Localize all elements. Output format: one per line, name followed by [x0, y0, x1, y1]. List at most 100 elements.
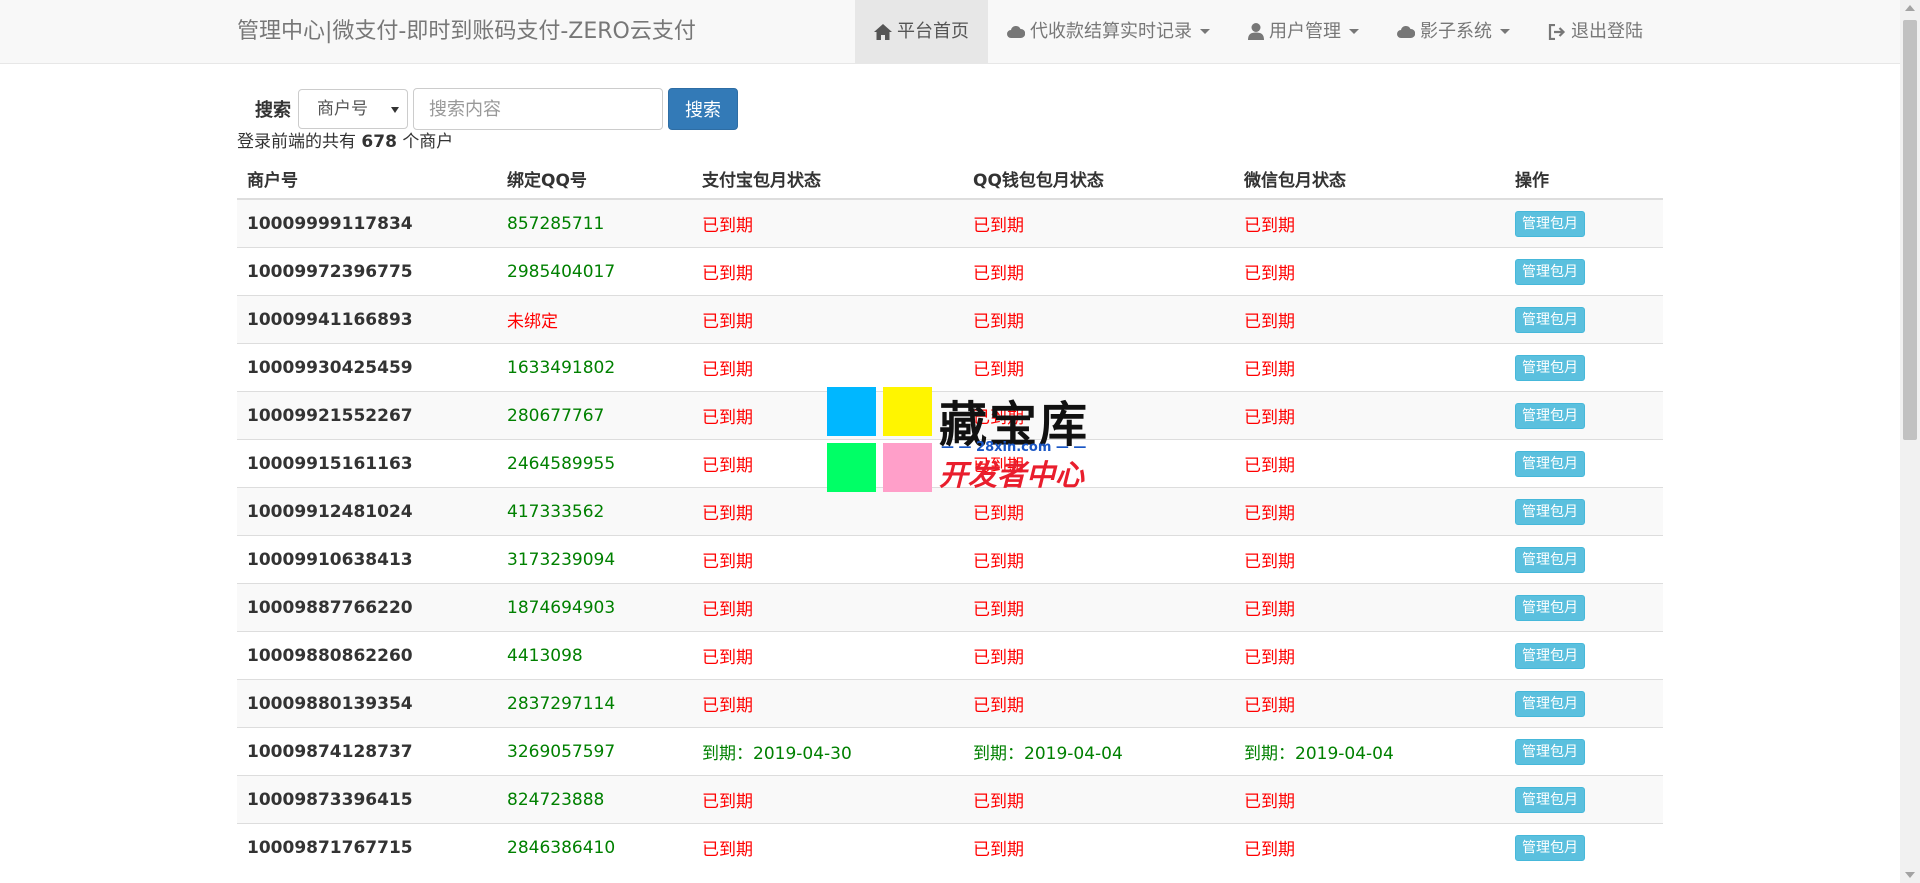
manage-subscription-button[interactable]: 管理包月	[1515, 354, 1585, 381]
qqwallet-status-cell: 已到期	[963, 247, 1234, 296]
qqwallet-status-cell: 已到期	[963, 631, 1234, 680]
actions-cell: 管理包月	[1505, 391, 1663, 440]
column-header-qqwallet-status: QQ钱包包月状态	[963, 158, 1234, 200]
actions-cell: 管理包月	[1505, 535, 1663, 584]
actions-cell: 管理包月	[1505, 487, 1663, 536]
search-input[interactable]	[413, 88, 663, 130]
actions-cell: 管理包月	[1505, 583, 1663, 632]
qq-cell: 3173239094	[497, 535, 692, 584]
manage-subscription-button[interactable]: 管理包月	[1515, 402, 1585, 429]
qqwallet-status-cell: 已到期	[963, 775, 1234, 824]
nav-item-label: 代收款结算实时记录	[1030, 21, 1192, 42]
column-header-wechat-status: 微信包月状态	[1234, 158, 1505, 200]
actions-cell: 管理包月	[1505, 679, 1663, 728]
actions-cell: 管理包月	[1505, 343, 1663, 392]
search-bar: 搜索 商户号 搜索	[237, 88, 738, 130]
nav-item-label: 用户管理	[1269, 21, 1341, 42]
merchant-id-cell: 10009880862260	[237, 631, 497, 680]
nav-item-label: 影子系统	[1420, 21, 1492, 42]
nav-item-logout[interactable]: 退出登陆	[1529, 0, 1662, 63]
manage-subscription-button[interactable]: 管理包月	[1515, 498, 1585, 525]
qqwallet-status-cell: 到期：2019-04-04	[963, 727, 1234, 776]
watermark-square-green	[827, 443, 876, 492]
search-label: 搜索	[255, 100, 291, 121]
table-row: 10009941166893 未绑定 已到期 已到期 已到期 管理包月	[237, 295, 1663, 344]
merchant-id-cell: 10009972396775	[237, 247, 497, 296]
manage-subscription-button[interactable]: 管理包月	[1515, 306, 1585, 333]
merchant-table: 商户号 绑定QQ号 支付宝包月状态 QQ钱包包月状态 微信包月状态 操作 100…	[237, 158, 1663, 871]
wechat-status-cell: 已到期	[1234, 487, 1505, 536]
merchant-id-cell: 10009999117834	[237, 198, 497, 248]
alipay-status-cell: 已到期	[692, 631, 963, 680]
site-brand[interactable]: 管理中心|微支付-即时到账码支付-ZERO云支付	[237, 0, 696, 63]
column-header-qq: 绑定QQ号	[497, 158, 692, 200]
wechat-status-cell: 已到期	[1234, 679, 1505, 728]
qq-cell: 2846386410	[497, 823, 692, 871]
manage-subscription-button[interactable]: 管理包月	[1515, 450, 1585, 477]
table-header-row: 商户号 绑定QQ号 支付宝包月状态 QQ钱包包月状态 微信包月状态 操作	[237, 158, 1663, 200]
alipay-status-cell: 已到期	[692, 775, 963, 824]
table-row: 10009880862260 4413098 已到期 已到期 已到期 管理包月	[237, 631, 1663, 680]
actions-cell: 管理包月	[1505, 198, 1663, 248]
wechat-status-cell: 已到期	[1234, 343, 1505, 392]
manage-subscription-button[interactable]: 管理包月	[1515, 210, 1585, 237]
qq-cell: 2985404017	[497, 247, 692, 296]
manage-subscription-button[interactable]: 管理包月	[1515, 642, 1585, 669]
alipay-status-cell: 已到期	[692, 343, 963, 392]
nav-item-shadow-system[interactable]: 影子系统	[1378, 0, 1529, 63]
table-row: 10009912481024 417333562 已到期 已到期 已到期 管理包月	[237, 487, 1663, 536]
nav-menu: 平台首页 代收款结算实时记录 用户管理 影子系统 退出登陆	[855, 0, 1662, 63]
qqwallet-status-cell: 已到期	[963, 535, 1234, 584]
qq-cell: 未绑定	[497, 295, 692, 344]
manage-subscription-button[interactable]: 管理包月	[1515, 594, 1585, 621]
table-row: 10009887766220 1874694903 已到期 已到期 已到期 管理包月	[237, 583, 1663, 632]
manage-subscription-button[interactable]: 管理包月	[1515, 786, 1585, 813]
merchant-id-cell: 10009871767715	[237, 823, 497, 871]
nav-item-home[interactable]: 平台首页	[855, 0, 988, 63]
table-row: 10009972396775 2985404017 已到期 已到期 已到期 管理包月	[237, 247, 1663, 296]
qq-cell: 2837297114	[497, 679, 692, 728]
watermark-logo: 藏宝库 — — 28xin.com — — 开发者中心	[827, 387, 1095, 494]
logout-icon	[1548, 23, 1566, 40]
scrollbar-thumb[interactable]	[1903, 20, 1917, 440]
summary-suffix: 个商户	[402, 132, 454, 152]
qqwallet-status-cell: 已到期	[963, 487, 1234, 536]
qq-cell: 857285711	[497, 198, 692, 248]
scroll-up-icon[interactable]	[1905, 5, 1915, 11]
manage-subscription-button[interactable]: 管理包月	[1515, 690, 1585, 717]
qqwallet-status-cell: 已到期	[963, 295, 1234, 344]
qqwallet-status-cell: 已到期	[963, 823, 1234, 871]
search-button[interactable]: 搜索	[668, 88, 738, 130]
search-field-select[interactable]: 商户号	[298, 89, 408, 129]
manage-subscription-button[interactable]: 管理包月	[1515, 738, 1585, 765]
watermark-square-blue	[827, 387, 876, 436]
column-header-merchant-id: 商户号	[237, 158, 497, 200]
nav-item-label: 平台首页	[897, 21, 969, 42]
manage-subscription-button[interactable]: 管理包月	[1515, 834, 1585, 861]
actions-cell: 管理包月	[1505, 775, 1663, 824]
qq-cell: 4413098	[497, 631, 692, 680]
table-row: 10009880139354 2837297114 已到期 已到期 已到期 管理包月	[237, 679, 1663, 728]
alipay-status-cell: 到期：2019-04-30	[692, 727, 963, 776]
alipay-status-cell: 已到期	[692, 823, 963, 871]
qq-cell: 3269057597	[497, 727, 692, 776]
column-header-actions: 操作	[1505, 158, 1663, 200]
alipay-status-cell: 已到期	[692, 535, 963, 584]
chevron-down-icon	[1349, 29, 1359, 34]
nav-item-user-management[interactable]: 用户管理	[1229, 0, 1378, 63]
page-scrollbar[interactable]	[1900, 0, 1920, 883]
scroll-down-icon[interactable]	[1905, 872, 1915, 878]
qq-cell: 2464589955	[497, 439, 692, 488]
nav-item-settlement[interactable]: 代收款结算实时记录	[988, 0, 1229, 63]
actions-cell: 管理包月	[1505, 727, 1663, 776]
merchant-id-cell: 10009941166893	[237, 295, 497, 344]
search-field-select-value: 商户号	[317, 99, 368, 119]
actions-cell: 管理包月	[1505, 631, 1663, 680]
wechat-status-cell: 已到期	[1234, 535, 1505, 584]
manage-subscription-button[interactable]: 管理包月	[1515, 258, 1585, 285]
watermark-square-pink	[883, 443, 932, 492]
chevron-down-icon	[1500, 29, 1510, 34]
merchant-id-cell: 10009921552267	[237, 391, 497, 440]
merchant-count: 678	[361, 132, 397, 152]
manage-subscription-button[interactable]: 管理包月	[1515, 546, 1585, 573]
